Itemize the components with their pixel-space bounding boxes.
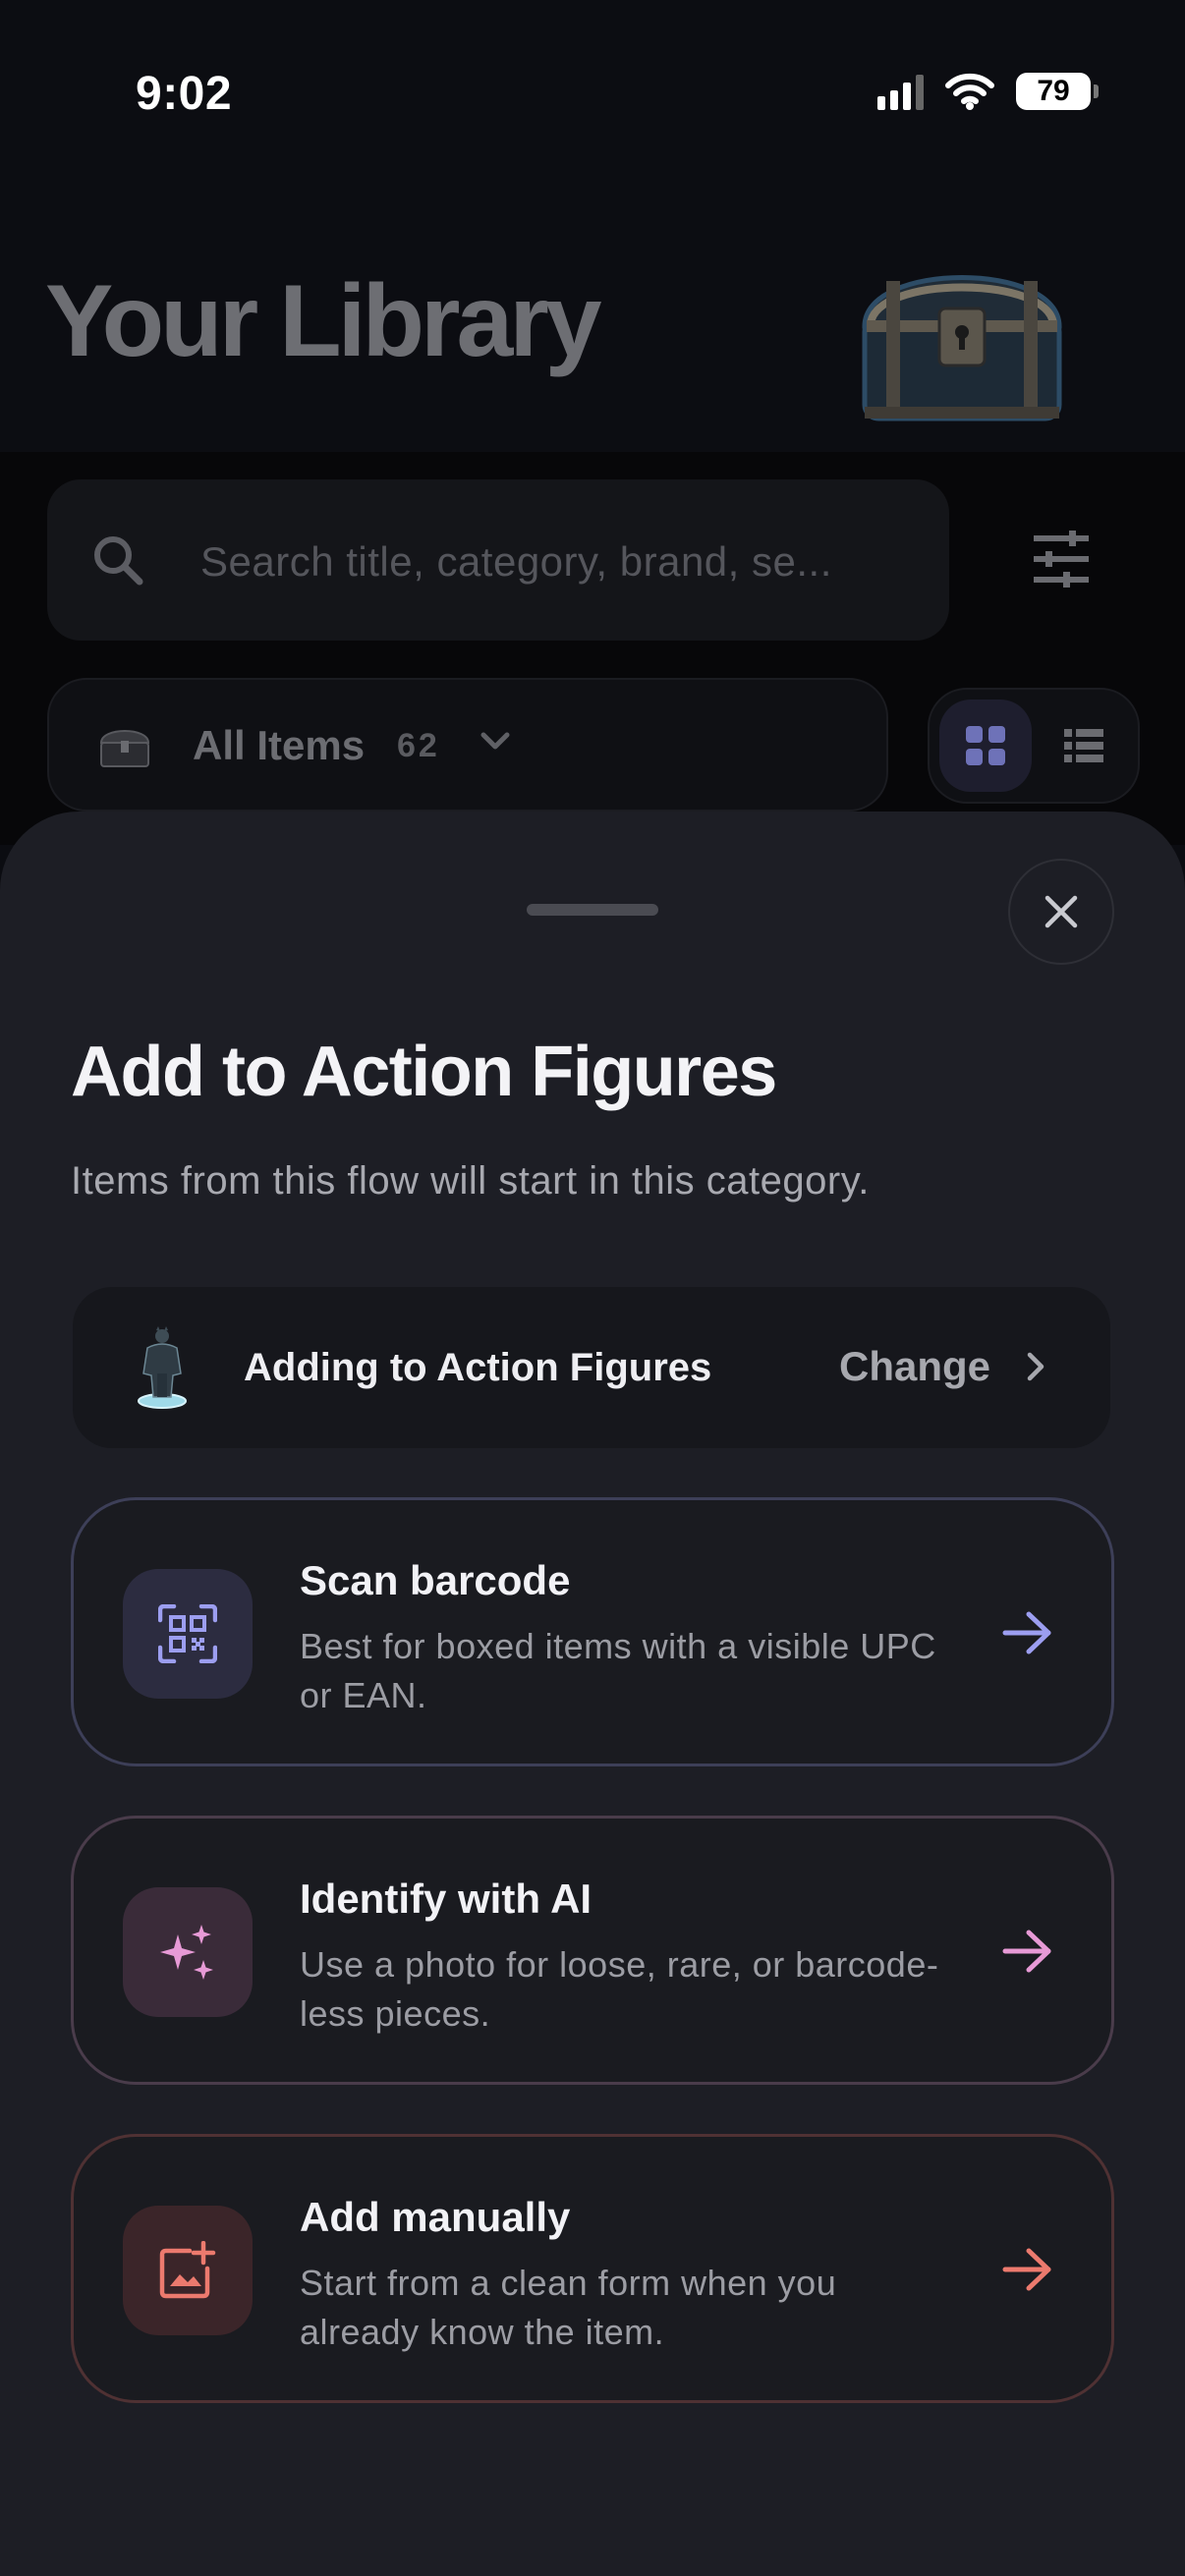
- status-bar: 9:02 79: [0, 0, 1185, 187]
- option-title: Scan barcode: [300, 1557, 571, 1603]
- list-icon: [1064, 729, 1103, 762]
- close-button[interactable]: [1008, 859, 1114, 965]
- grid-view-button[interactable]: [939, 700, 1032, 792]
- sheet-grabber[interactable]: [527, 904, 658, 916]
- action-figure-icon: [138, 1326, 187, 1409]
- status-icons: 79: [877, 73, 1099, 110]
- filter-sliders-icon[interactable]: [1030, 531, 1093, 588]
- signal-icon: [877, 73, 924, 110]
- option-description: Start from a clean form when you already…: [300, 2263, 837, 2352]
- category-label: All Items: [193, 722, 366, 768]
- barcode-scan-icon: [158, 1604, 217, 1663]
- search-placeholder: Search title, category, brand, se...: [200, 538, 832, 585]
- sheet-title: Add to Action Figures: [71, 1033, 777, 1111]
- scan-icon-box: [123, 1569, 253, 1699]
- chevron-down-icon: [480, 732, 510, 750]
- screen: Your Library 9:02 79 Search title, categ…: [0, 0, 1185, 2576]
- change-category-button[interactable]: Change: [839, 1343, 990, 1390]
- option-title: Add manually: [300, 2194, 571, 2240]
- list-view-button[interactable]: [1040, 700, 1128, 792]
- wifi-icon: [945, 73, 994, 110]
- identify-ai-option[interactable]: Identify with AI Use a photo for loose, …: [71, 1816, 1114, 2085]
- add-manually-option[interactable]: Add manually Start from a clean form whe…: [71, 2134, 1114, 2403]
- target-category-label: Adding to Action Figures: [244, 1346, 712, 1389]
- arrow-right-icon: [1002, 1930, 1051, 1973]
- sheet-subtitle: Items from this flow will start in this …: [71, 1159, 870, 1203]
- manual-icon-box: [123, 2206, 253, 2335]
- scan-barcode-option[interactable]: Scan barcode Best for boxed items with a…: [71, 1497, 1114, 1766]
- search-icon: [94, 536, 143, 586]
- grid-icon: [966, 726, 1005, 765]
- option-description: Use a photo for loose, rare, or barcode-…: [300, 1944, 939, 2034]
- battery-icon: 79: [1016, 73, 1099, 110]
- ai-icon-box: [123, 1887, 253, 2017]
- option-title: Identify with AI: [300, 1876, 592, 1922]
- add-photo-icon: [159, 2241, 216, 2299]
- treasure-chest-icon: [862, 275, 1062, 421]
- battery-level: 79: [1016, 73, 1091, 110]
- category-count: 62: [397, 727, 440, 764]
- arrow-right-icon: [1002, 2248, 1051, 2291]
- close-icon: [1044, 895, 1078, 928]
- chest-icon: [99, 730, 150, 767]
- status-time: 9:02: [136, 68, 233, 120]
- sparkles-icon: [160, 1925, 213, 1980]
- page-title: Your Library: [45, 264, 602, 378]
- option-description: Best for boxed items with a visible UPC …: [300, 1626, 936, 1715]
- arrow-right-icon: [1002, 1611, 1051, 1654]
- category-dropdown[interactable]: [47, 678, 888, 812]
- chevron-right-icon: [1027, 1352, 1044, 1381]
